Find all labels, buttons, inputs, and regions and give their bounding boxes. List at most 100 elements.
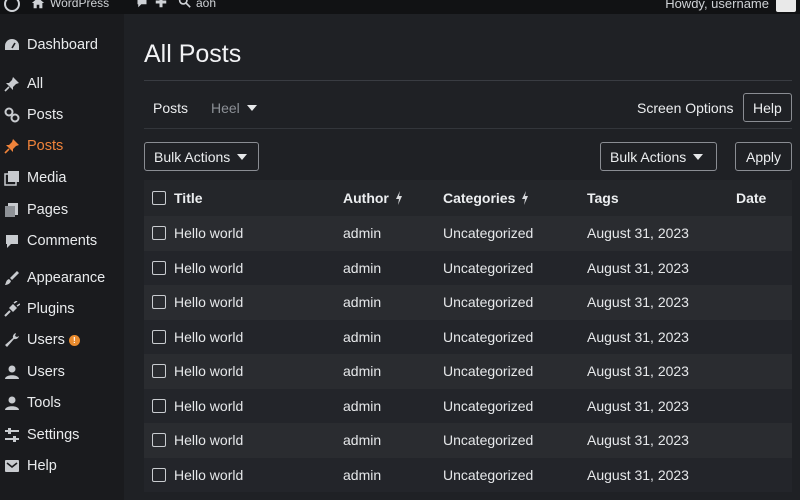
sidebar-item-label: Pages	[27, 202, 69, 218]
appearance-icon	[5, 271, 19, 285]
post-tags: August 31, 2023	[587, 363, 689, 380]
post-category[interactable]: Uncategorized	[443, 294, 533, 310]
post-title-link[interactable]: Hello world	[174, 363, 243, 379]
post-category[interactable]: Uncategorized	[443, 363, 533, 379]
row-checkbox[interactable]	[152, 295, 166, 310]
avatar[interactable]	[776, 0, 796, 12]
post-tags: August 31, 2023	[587, 397, 689, 414]
new-content-icon[interactable]	[155, 0, 167, 8]
table-row: Hello world admin Uncategorized August 3…	[144, 388, 792, 423]
row-checkbox[interactable]	[152, 260, 166, 275]
bulk-actions-label: Bulk Actions	[154, 148, 231, 165]
sidebar-item-users-updates[interactable]: Users!	[0, 326, 124, 354]
subtab-posts[interactable]: Posts	[153, 100, 188, 116]
table-row: Hello world admin Uncategorized August 3…	[144, 250, 792, 285]
plugins-icon	[4, 301, 20, 317]
row-checkbox[interactable]	[152, 329, 166, 344]
post-category[interactable]: Uncategorized	[443, 329, 533, 345]
row-checkbox[interactable]	[152, 467, 166, 482]
column-header-date[interactable]: Date	[736, 190, 766, 206]
posts-icon	[4, 107, 20, 123]
sidebar-item-label: Dashboard	[27, 37, 98, 53]
sidebar-item-posts-current[interactable]: Posts	[0, 132, 124, 160]
sidebar-item-dashboard[interactable]: Dashboard	[0, 31, 124, 59]
sidebar-item-label: Users	[27, 364, 65, 380]
update-count-badge: !	[68, 334, 80, 346]
post-author[interactable]: admin	[343, 398, 381, 414]
post-tags: August 31, 2023	[587, 225, 689, 242]
divider	[144, 80, 792, 81]
pin-icon	[4, 77, 19, 92]
select-all-checkbox[interactable]	[152, 191, 166, 205]
post-category[interactable]: Uncategorized	[443, 225, 533, 241]
adminbar-search-input[interactable]: aoh	[196, 0, 216, 10]
sidebar-item-pages[interactable]: Pages	[0, 196, 124, 224]
apply-button[interactable]: Apply	[735, 142, 792, 171]
sidebar-item-tools[interactable]: Tools	[0, 389, 124, 417]
sidebar-item-settings[interactable]: Settings	[0, 421, 124, 449]
row-checkbox[interactable]	[152, 364, 166, 379]
post-title-link[interactable]: Hello world	[174, 294, 243, 310]
post-category[interactable]: Uncategorized	[443, 432, 533, 448]
post-title-link[interactable]: Hello world	[174, 432, 243, 448]
chevron-down-icon	[237, 153, 248, 160]
bulk-actions-select-right[interactable]: Bulk Actions	[600, 142, 717, 171]
post-category[interactable]: Uncategorized	[443, 467, 533, 483]
post-title-link[interactable]: Hello world	[174, 225, 243, 241]
comments-icon	[6, 235, 18, 248]
subtab-heel-label: Heel	[211, 100, 240, 116]
tools-icon	[5, 333, 19, 347]
sidebar-item-users[interactable]: Users	[0, 358, 124, 386]
home-icon[interactable]	[31, 0, 45, 10]
sidebar-item-posts[interactable]: Posts	[0, 101, 124, 129]
media-icon	[4, 171, 19, 186]
post-category[interactable]: Uncategorized	[443, 260, 533, 276]
table-row: Hello world admin Uncategorized August 3…	[144, 457, 792, 492]
row-checkbox[interactable]	[152, 433, 166, 448]
sidebar-item-comments[interactable]: Comments	[0, 227, 124, 255]
screen-options-button[interactable]: Screen Options	[637, 100, 734, 116]
search-icon[interactable]	[178, 0, 191, 8]
table-row: Hello world admin Uncategorized August 3…	[144, 285, 792, 320]
sidebar-item-plugins[interactable]: Plugins	[0, 295, 124, 323]
sidebar-item-help[interactable]: Help	[0, 452, 124, 480]
wordpress-logo-icon[interactable]	[4, 0, 20, 12]
divider	[144, 128, 792, 129]
post-author[interactable]: admin	[343, 363, 381, 379]
bulk-actions-select[interactable]: Bulk Actions	[144, 142, 259, 171]
post-author[interactable]: admin	[343, 225, 381, 241]
post-tags: August 31, 2023	[587, 294, 689, 311]
post-title-link[interactable]: Hello world	[174, 260, 243, 276]
post-title-link[interactable]: Hello world	[174, 398, 243, 414]
column-header-author[interactable]: Author	[343, 190, 403, 206]
comment-icon[interactable]	[136, 0, 148, 8]
table-row: Hello world admin Uncategorized August 3…	[144, 216, 792, 251]
post-author[interactable]: admin	[343, 294, 381, 310]
post-author[interactable]: admin	[343, 260, 381, 276]
howdy-user-menu[interactable]: Howdy, username	[665, 0, 769, 11]
post-author[interactable]: admin	[343, 432, 381, 448]
post-title-link[interactable]: Hello world	[174, 467, 243, 483]
sidebar-item-text: Users	[27, 332, 65, 348]
sidebar-item-media[interactable]: Media	[0, 164, 124, 192]
help-button[interactable]: Help	[743, 93, 792, 122]
sidebar-item-label: Appearance	[27, 270, 106, 286]
sidebar-item-all[interactable]: All	[0, 70, 124, 98]
sidebar-item-label: Media	[27, 170, 67, 186]
help-icon	[5, 460, 19, 472]
column-header-categories[interactable]: Categories	[443, 190, 529, 206]
post-tags: August 31, 2023	[587, 466, 689, 483]
subtab-heel[interactable]: Heel	[211, 100, 257, 116]
sidebar-item-label: Help	[27, 458, 57, 474]
row-checkbox[interactable]	[152, 226, 166, 241]
post-category[interactable]: Uncategorized	[443, 398, 533, 414]
chevron-down-icon	[246, 105, 257, 111]
post-title-link[interactable]: Hello world	[174, 329, 243, 345]
post-author[interactable]: admin	[343, 329, 381, 345]
row-checkbox[interactable]	[152, 398, 166, 413]
bulk-actions-label: Bulk Actions	[610, 148, 687, 165]
sidebar-item-appearance[interactable]: Appearance	[0, 264, 124, 292]
site-name-link[interactable]: WordPress	[50, 0, 109, 10]
column-header-title[interactable]: Title	[174, 190, 203, 206]
post-author[interactable]: admin	[343, 467, 381, 483]
